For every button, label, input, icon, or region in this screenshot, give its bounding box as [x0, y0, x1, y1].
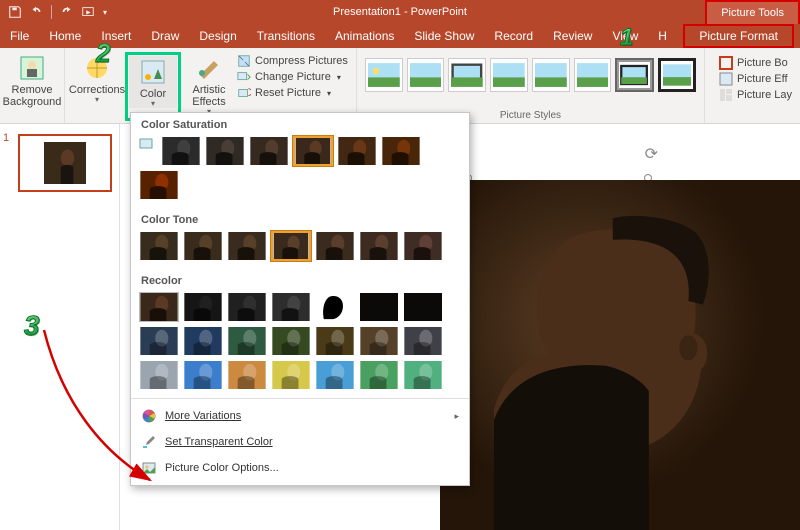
undo-icon[interactable] — [27, 3, 45, 21]
picture-color-options-item[interactable]: Picture Color Options... — [131, 455, 469, 481]
tab-animations[interactable]: Animations — [325, 24, 404, 48]
tab-slideshow[interactable]: Slide Show — [404, 24, 484, 48]
tab-home[interactable]: Home — [39, 24, 91, 48]
picture-style-thumb[interactable] — [615, 58, 653, 92]
chevron-down-icon: ▾ — [151, 99, 155, 108]
color-swatch[interactable] — [183, 326, 223, 356]
picture-effects-button[interactable]: Picture Eff — [719, 72, 792, 86]
chevron-right-icon: ▸ — [454, 411, 459, 422]
color-swatch[interactable] — [403, 292, 443, 322]
color-swatch[interactable] — [403, 326, 443, 356]
picture-style-thumb[interactable] — [407, 58, 445, 92]
tab-picture-format[interactable]: Picture Format — [683, 24, 794, 48]
color-swatch[interactable] — [139, 326, 179, 356]
reset-picture-button[interactable]: Reset Picture▾ — [237, 86, 348, 100]
color-swatch[interactable] — [227, 326, 267, 356]
color-swatch[interactable] — [139, 292, 179, 322]
annotation-callout-3: 3 — [24, 310, 52, 338]
color-swatch[interactable] — [249, 136, 289, 166]
color-swatch[interactable] — [183, 360, 223, 390]
artistic-effects-button[interactable]: Artistic Effects ▾ — [185, 52, 233, 121]
slide-thumbnail[interactable] — [18, 134, 112, 192]
color-dropdown-panel: Color Saturation Color Tone Recolor More… — [130, 112, 470, 486]
window-title: Presentation1 - PowerPoint — [0, 6, 800, 18]
annotation-callout-1: 1 — [620, 24, 648, 52]
chevron-down-icon: ▾ — [95, 95, 99, 104]
remove-background-button[interactable]: Remove Background — [8, 52, 56, 121]
color-swatch[interactable] — [315, 360, 355, 390]
color-swatch[interactable] — [315, 326, 355, 356]
color-swatch[interactable] — [337, 136, 377, 166]
color-swatch[interactable] — [359, 231, 399, 261]
color-swatch[interactable] — [315, 231, 355, 261]
picture-layout-button[interactable]: Picture Lay — [719, 88, 792, 102]
color-swatch[interactable] — [315, 292, 355, 322]
color-swatch[interactable] — [183, 231, 223, 261]
color-swatch[interactable] — [359, 292, 399, 322]
section-title-saturation: Color Saturation — [139, 119, 461, 131]
more-variations-item[interactable]: More Variations ▸ — [131, 403, 469, 429]
color-swatch[interactable] — [227, 360, 267, 390]
picture-style-thumb[interactable] — [658, 58, 696, 92]
color-swatch[interactable] — [139, 231, 179, 261]
color-swatch[interactable] — [205, 136, 245, 166]
color-swatch[interactable] — [139, 170, 179, 200]
compress-pictures-button[interactable]: Compress Pictures — [237, 54, 348, 68]
picture-border-button[interactable]: Picture Bo — [719, 56, 792, 70]
slide-thumbnail-pane[interactable]: 1 — [0, 124, 120, 530]
color-wheel-icon — [141, 408, 157, 424]
color-swatch[interactable] — [403, 360, 443, 390]
color-swatch[interactable] — [271, 231, 311, 261]
picture-style-thumb[interactable] — [365, 58, 403, 92]
redo-icon[interactable] — [58, 3, 76, 21]
picture-style-thumb[interactable] — [490, 58, 528, 92]
color-swatch[interactable] — [403, 231, 443, 261]
color-swatch[interactable] — [293, 136, 333, 166]
color-swatch[interactable] — [227, 292, 267, 322]
tab-file[interactable]: File — [0, 24, 39, 48]
color-swatch[interactable] — [227, 231, 267, 261]
tab-record[interactable]: Record — [484, 24, 543, 48]
color-button[interactable]: Color ▾ — [129, 56, 177, 108]
tab-review[interactable]: Review — [543, 24, 602, 48]
color-swatch[interactable] — [161, 136, 201, 166]
rotate-handle-icon[interactable]: ⟳ — [645, 144, 658, 164]
contextual-tools-label: Picture Tools — [705, 0, 800, 24]
saturation-preset-icon — [139, 136, 157, 166]
color-swatch[interactable] — [359, 326, 399, 356]
selected-picture[interactable] — [440, 180, 800, 530]
tab-draw[interactable]: Draw — [141, 24, 189, 48]
change-picture-button[interactable]: Change Picture▾ — [237, 70, 348, 84]
picture-styles-gallery[interactable] — [365, 52, 696, 108]
color-swatch[interactable] — [359, 360, 399, 390]
qat-more-icon[interactable]: ▾ — [100, 3, 110, 21]
section-title-recolor: Recolor — [139, 275, 461, 287]
color-swatch[interactable] — [381, 136, 421, 166]
tab-design[interactable]: Design — [189, 24, 246, 48]
tab-transitions[interactable]: Transitions — [247, 24, 325, 48]
color-swatch[interactable] — [139, 360, 179, 390]
color-swatch[interactable] — [183, 292, 223, 322]
color-swatch[interactable] — [271, 326, 311, 356]
annotation-callout-2: 2 — [96, 38, 124, 66]
tab-help[interactable]: H — [648, 24, 677, 48]
section-title-tone: Color Tone — [139, 214, 461, 226]
set-transparent-color-item[interactable]: Set Transparent Color — [131, 429, 469, 455]
eyedropper-icon — [141, 434, 157, 450]
save-icon[interactable] — [6, 3, 24, 21]
color-swatch[interactable] — [271, 360, 311, 390]
slide-number: 1 — [3, 132, 9, 144]
picture-style-thumb[interactable] — [532, 58, 570, 92]
picture-style-thumb[interactable] — [574, 58, 612, 92]
start-from-beginning-icon[interactable] — [79, 3, 97, 21]
picture-options-icon — [141, 460, 157, 476]
picture-style-thumb[interactable] — [448, 58, 486, 92]
color-swatch[interactable] — [271, 292, 311, 322]
